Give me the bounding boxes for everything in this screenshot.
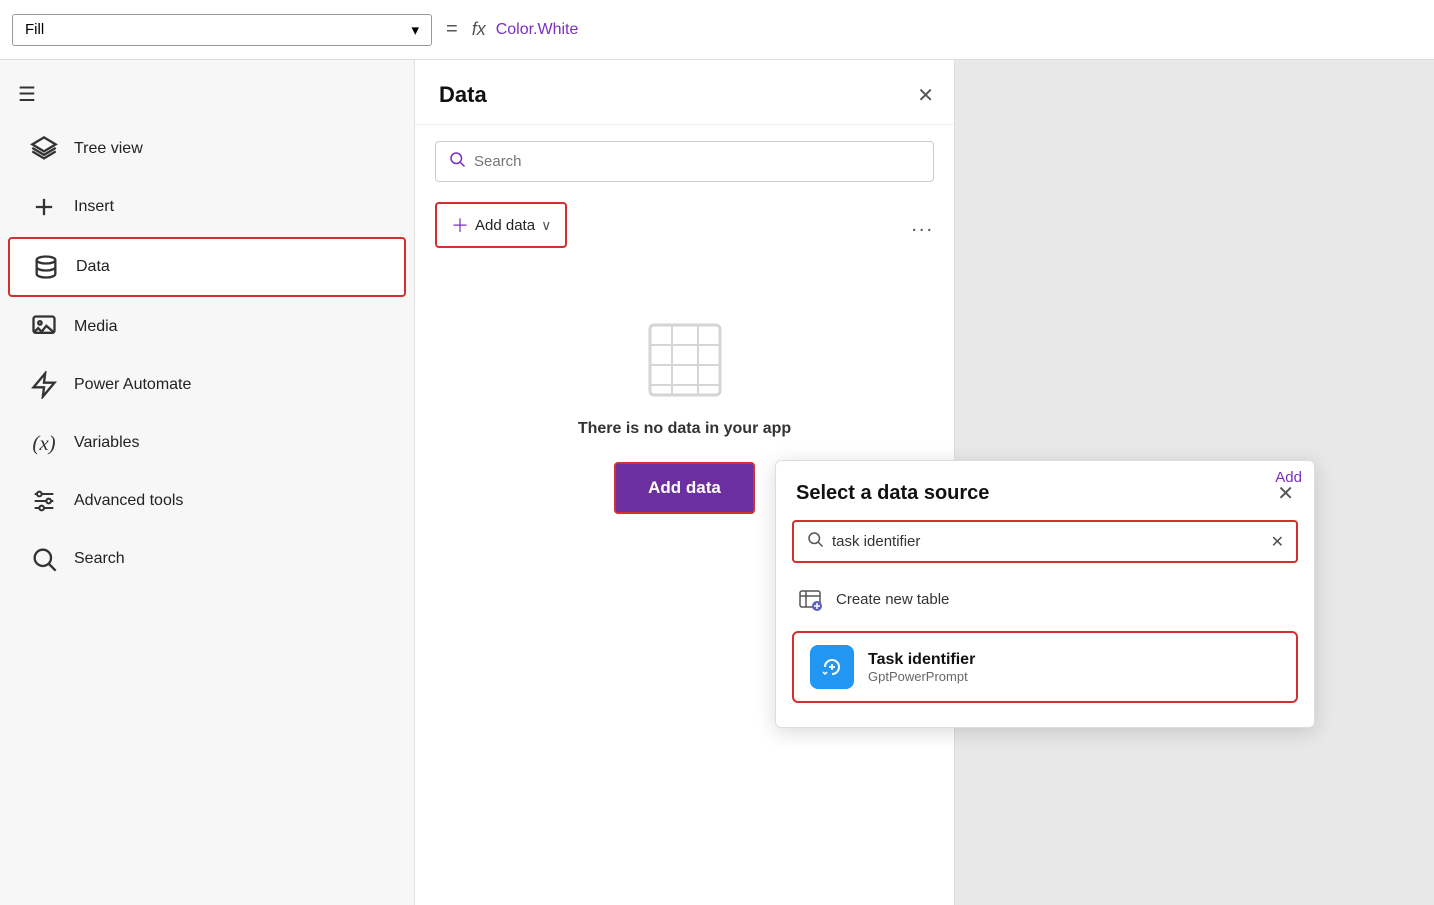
search-icon [30,545,58,573]
select-source-header: Select a data source ✕ [776,461,1314,520]
select-source-panel: Select a data source ✕ ✕ [775,460,1315,728]
sidebar-item-variables[interactable]: (x) Variables [8,415,406,471]
add-link[interactable]: Add [1263,461,1314,494]
add-data-dropdown-button[interactable]: ＋ Add data ∨ [435,202,567,248]
equals-sign: = [446,18,458,41]
task-identifier-sub: GptPowerPrompt [868,669,975,684]
create-table-label: Create new table [836,591,949,608]
sidebar-item-tree-view[interactable]: Tree view [8,121,406,177]
data-empty-icon [645,320,725,400]
data-search-input[interactable] [474,153,921,170]
data-search-container [435,141,934,182]
svg-text:(x): (x) [32,431,55,455]
more-options-button[interactable]: ... [911,214,934,237]
lightning-icon [30,371,58,399]
layers-icon [30,135,58,163]
add-data-plus-icon: ＋ [451,212,469,238]
add-data-label: Add data [475,217,535,234]
cylinder-icon [32,253,60,281]
sidebar-item-media[interactable]: Media [8,299,406,355]
dropdown-chevron-icon: ▾ [411,21,419,39]
add-data-chevron-icon: ∨ [541,217,551,234]
sidebar-item-label-insert: Insert [74,198,114,216]
data-panel-toolbar: ＋ Add data ∨ ... [415,198,954,260]
sidebar-item-advanced-tools[interactable]: Advanced tools [8,473,406,529]
sidebar: ☰ Tree view Insert [0,60,415,905]
sidebar-item-label-media: Media [74,318,118,336]
sidebar-item-label-power-automate: Power Automate [74,376,191,394]
sidebar-item-data[interactable]: Data [8,237,406,297]
sidebar-item-label-variables: Variables [74,434,140,452]
sidebar-item-search[interactable]: Search [8,531,406,587]
fx-label: fx [472,19,486,40]
formula-value[interactable]: Color.White [496,21,579,39]
media-icon [30,313,58,341]
select-source-search-container: ✕ [792,520,1298,563]
property-dropdown-label: Fill [25,21,44,38]
task-identifier-icon [810,645,854,689]
select-source-title: Select a data source [796,482,989,505]
select-source-search-icon [806,530,824,553]
tools-icon [30,487,58,515]
sidebar-item-label-data: Data [76,258,110,276]
data-empty-text: There is no data in your app [578,420,791,438]
sidebar-item-insert[interactable]: Insert [8,179,406,235]
hamburger-menu-icon[interactable]: ☰ [0,70,414,119]
task-identifier-name: Task identifier [868,651,975,669]
main-content: Data ✕ ＋ Add data ∨ ... [415,60,1434,905]
create-new-table-row[interactable]: Create new table [776,575,1314,623]
create-table-icon [796,585,824,613]
add-data-large-button[interactable]: Add data [614,462,755,514]
variable-icon: (x) [30,429,58,457]
data-panel-title: Data [439,82,487,108]
sidebar-item-power-automate[interactable]: Power Automate [8,357,406,413]
property-dropdown[interactable]: Fill ▾ [12,14,432,46]
data-search-icon [448,150,466,173]
sidebar-item-label-search: Search [74,550,125,568]
select-source-clear-button[interactable]: ✕ [1271,532,1284,552]
formula-bar: Fill ▾ = fx Color.White [0,0,1434,60]
select-source-search-input[interactable] [832,533,1271,550]
task-identifier-info: Task identifier GptPowerPrompt [868,651,975,684]
data-panel-close-button[interactable]: ✕ [917,83,934,108]
sidebar-item-label-advanced-tools: Advanced tools [74,492,183,510]
task-identifier-result[interactable]: Task identifier GptPowerPrompt [792,631,1298,703]
data-panel-header: Data ✕ [415,60,954,125]
plus-icon [30,193,58,221]
sidebar-item-label-tree-view: Tree view [74,140,143,158]
